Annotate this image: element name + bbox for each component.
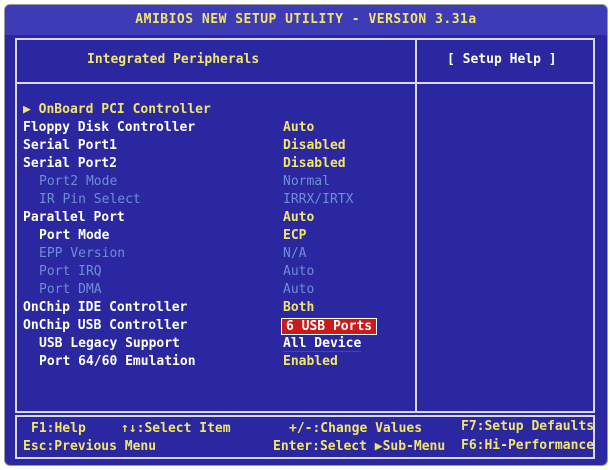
menu-item-epp-version: EPP Version N/A bbox=[23, 246, 413, 264]
item-value[interactable]: ECP bbox=[283, 228, 306, 243]
key-help-f1: F1:Help bbox=[31, 421, 86, 436]
title-bar: AMIBIOS NEW SETUP UTILITY - VERSION 3.31… bbox=[5, 5, 607, 35]
item-label: Serial Port2 bbox=[23, 156, 117, 171]
menu-item-onchip-usb-controller[interactable]: OnChip USB Controller 6 USB Ports bbox=[23, 318, 413, 336]
key-help-setup-defaults: F7:Setup Defaults bbox=[461, 419, 595, 434]
key-help-previous-menu: Esc:Previous Menu bbox=[23, 439, 157, 454]
item-label: Port DMA bbox=[39, 282, 102, 297]
item-label: IR Pin Select bbox=[39, 192, 141, 207]
item-value: N/A bbox=[283, 246, 307, 261]
key-help-select-item: ↑↓:Select Item bbox=[121, 421, 231, 436]
item-label: OnChip IDE Controller bbox=[23, 300, 188, 315]
key-help-change-values: +/-:Change Values bbox=[289, 421, 423, 436]
menu-item-port2-mode: Port2 Mode Normal bbox=[23, 174, 413, 192]
menu-item-ir-pin-select: IR Pin Select IRRX/IRTX bbox=[23, 192, 413, 210]
item-value[interactable]: Enabled bbox=[283, 354, 338, 369]
item-value[interactable]: Auto bbox=[283, 120, 314, 135]
window-title: AMIBIOS NEW SETUP UTILITY - VERSION 3.31… bbox=[135, 12, 477, 27]
main-panel: Integrated Peripherals [ Setup Help ] ▶ … bbox=[15, 38, 595, 413]
item-value: Auto bbox=[283, 282, 315, 297]
menu-item-serial-port2[interactable]: Serial Port2 Disabled bbox=[23, 156, 413, 174]
item-value[interactable]: Disabled bbox=[283, 138, 346, 153]
item-label: Floppy Disk Controller bbox=[23, 120, 196, 135]
menu-item-floppy-disk-controller[interactable]: Floppy Disk Controller Auto bbox=[23, 120, 413, 138]
item-value: Normal bbox=[283, 174, 330, 189]
key-help-select-submenu: Enter:Select ▶Sub-Menu bbox=[273, 439, 446, 454]
help-divider bbox=[415, 40, 417, 411]
menu-item-onchip-ide-controller[interactable]: OnChip IDE Controller Both bbox=[23, 300, 413, 318]
menu-item-port-dma: Port DMA Auto bbox=[23, 282, 413, 300]
setup-help-title: [ Setup Help ] bbox=[447, 52, 557, 67]
bios-screen: AMIBIOS NEW SETUP UTILITY - VERSION 3.31… bbox=[4, 4, 608, 466]
item-value: IRRX/IRTX bbox=[283, 192, 354, 207]
menu-item-port-irq: Port IRQ Auto bbox=[23, 264, 413, 282]
item-value[interactable]: Disabled bbox=[283, 156, 346, 171]
item-label: Parallel Port bbox=[23, 210, 125, 225]
menu-item-port-mode[interactable]: Port Mode ECP bbox=[23, 228, 413, 246]
item-label: OnChip USB Controller bbox=[23, 318, 188, 333]
key-help-bar: F1:Help ↑↓:Select Item +/-:Change Values… bbox=[15, 415, 595, 459]
item-value: Auto bbox=[283, 264, 315, 279]
item-label: Port Mode bbox=[39, 228, 110, 243]
item-value[interactable]: All Device bbox=[283, 336, 362, 352]
item-label: Port IRQ bbox=[39, 264, 102, 279]
item-label: Port 64/60 Emulation bbox=[39, 354, 196, 369]
item-value-selected[interactable]: 6 USB Ports bbox=[281, 318, 378, 335]
item-label: USB Legacy Support bbox=[39, 336, 180, 351]
item-label: Serial Port1 bbox=[23, 138, 117, 153]
item-label: EPP Version bbox=[39, 246, 126, 261]
item-label: Port2 Mode bbox=[39, 174, 118, 189]
key-help-hi-performance: F6:Hi-Performance bbox=[461, 438, 595, 453]
item-value[interactable]: Auto bbox=[283, 210, 314, 225]
menu-item-usb-legacy-support[interactable]: USB Legacy Support All Device bbox=[23, 336, 413, 354]
menu-item-port-64-60-emulation[interactable]: Port 64/60 Emulation Enabled bbox=[23, 354, 413, 372]
menu-item-parallel-port[interactable]: Parallel Port Auto bbox=[23, 210, 413, 228]
section-title: Integrated Peripherals bbox=[87, 52, 260, 67]
item-value[interactable]: Both bbox=[283, 300, 314, 315]
header-divider bbox=[17, 82, 593, 84]
menu-item-onboard-pci-controller[interactable]: ▶ OnBoard PCI Controller bbox=[23, 102, 413, 120]
menu-item-serial-port1[interactable]: Serial Port1 Disabled bbox=[23, 138, 413, 156]
item-label: ▶ OnBoard PCI Controller bbox=[23, 102, 211, 117]
